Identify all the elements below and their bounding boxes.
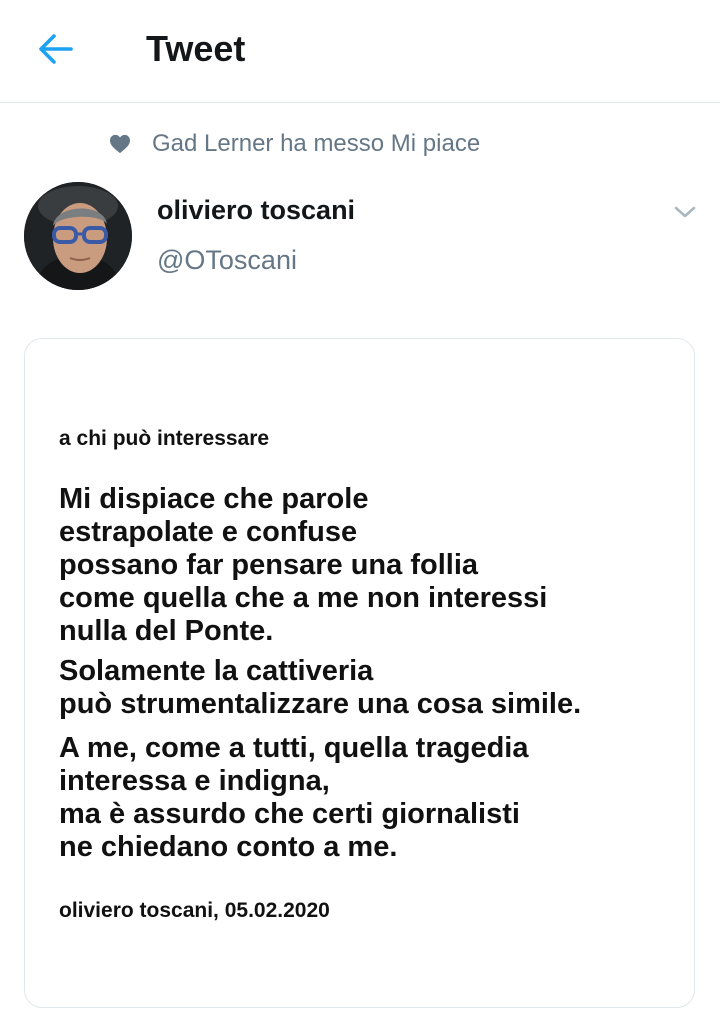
letter-line: interessa e indigna, bbox=[59, 765, 330, 797]
letter-heading: a chi può interessare bbox=[59, 427, 270, 450]
letter-line: ne chiedano conto a me. bbox=[59, 831, 398, 863]
letter-line: nulla del Ponte. bbox=[59, 615, 274, 647]
letter-signature: oliviero toscani, 05.02.2020 bbox=[59, 899, 330, 922]
letter-line: possano far pensare una follia bbox=[59, 549, 478, 581]
letter-paragraph-3: A me, come a tutti, quella tragedia inte… bbox=[59, 732, 528, 864]
letter-line: può strumentalizzare una cosa simile. bbox=[59, 688, 582, 720]
avatar[interactable] bbox=[24, 182, 132, 290]
letter-line: come quella che a me non interessi bbox=[59, 582, 548, 614]
page-title: Tweet bbox=[146, 28, 246, 69]
app-header: Tweet bbox=[0, 0, 720, 103]
tweet-media[interactable]: a chi può interessare Mi dispiace che pa… bbox=[24, 338, 695, 1008]
letter-line: ma è assurdo che certi giornalisti bbox=[59, 798, 520, 830]
tweet-menu-button[interactable] bbox=[670, 198, 700, 226]
chevron-down-icon bbox=[674, 206, 696, 218]
social-context-text: Gad Lerner ha messo Mi piace bbox=[152, 130, 481, 157]
letter-paragraph-1: Mi dispiace che parole estrapolate e con… bbox=[59, 483, 547, 648]
letter-line: A me, come a tutti, quella tragedia bbox=[59, 732, 529, 764]
back-button[interactable] bbox=[30, 26, 80, 72]
user-handle[interactable]: @OToscani bbox=[157, 245, 297, 276]
letter-line: Solamente la cattiveria bbox=[59, 655, 374, 687]
heart-icon bbox=[108, 132, 132, 156]
social-context[interactable]: Gad Lerner ha messo Mi piace bbox=[108, 126, 480, 162]
letter-line: estrapolate e confuse bbox=[59, 516, 358, 548]
letter-line: Mi dispiace che parole bbox=[59, 483, 369, 515]
user-name[interactable]: oliviero toscani bbox=[157, 195, 355, 226]
letter-paragraph-2: Solamente la cattiveria può strumentaliz… bbox=[59, 655, 581, 721]
arrow-left-icon bbox=[39, 34, 73, 64]
